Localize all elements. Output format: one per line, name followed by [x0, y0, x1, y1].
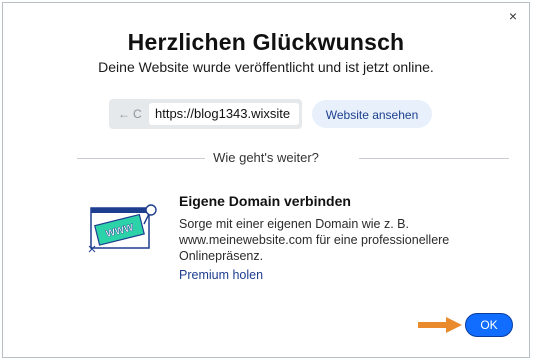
browser-url-bar: ← C https://blog1343.wixsite	[109, 99, 302, 129]
dialog-subtitle: Deine Website wurde veröffentlicht und i…	[98, 59, 434, 75]
next-steps-heading: Wie geht's weiter?	[213, 150, 319, 165]
site-url-field[interactable]: https://blog1343.wixsite	[149, 103, 299, 125]
back-arrow-icon: ←	[118, 107, 130, 121]
get-premium-link[interactable]: Premium holen	[179, 268, 263, 282]
close-icon[interactable]: ×	[506, 9, 520, 23]
connect-domain-description: Sorge mit einer eigenen Domain wie z. B.…	[179, 217, 450, 263]
ok-button[interactable]: OK	[465, 313, 513, 337]
connect-domain-title: Eigene Domain verbinden	[179, 193, 351, 209]
orange-arrow-icon	[418, 317, 462, 333]
dialog-title: Herzlichen Glückwunsch	[127, 29, 405, 55]
domain-illustration-icon: WWW	[88, 204, 157, 253]
publish-success-dialog: × Herzlichen Glückwunsch Deine Website w…	[2, 2, 530, 358]
view-website-button[interactable]: Website ansehen	[312, 100, 432, 128]
reload-icon: C	[133, 107, 142, 121]
